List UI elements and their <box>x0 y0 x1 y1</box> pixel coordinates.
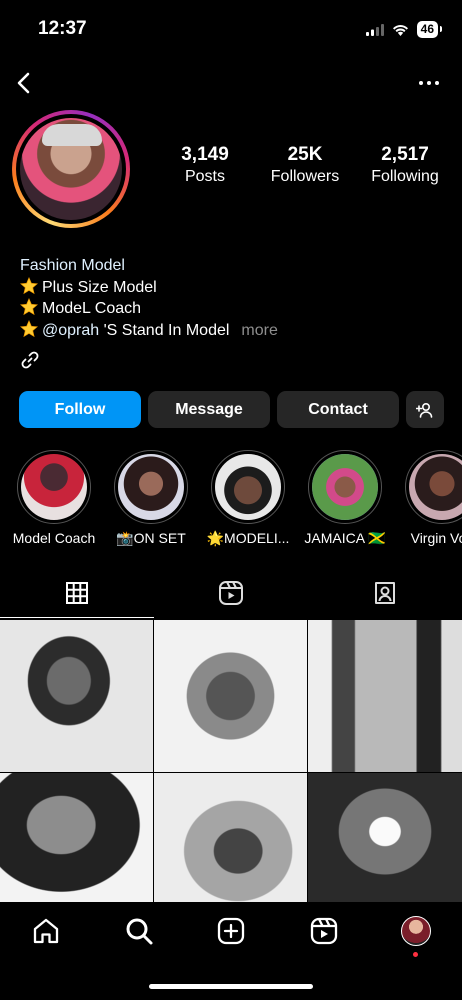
grid-icon <box>66 582 88 604</box>
battery-indicator: 46 <box>416 21 443 38</box>
profile-content-tabs <box>0 568 462 618</box>
posts-grid <box>0 620 462 902</box>
star-emoji-icon <box>20 276 38 294</box>
tab-posts-grid[interactable] <box>0 568 154 618</box>
profile-bio: Fashion Model Plus Size Model ModeL Coac… <box>20 255 440 341</box>
post-thumbnail[interactable] <box>308 773 462 902</box>
bio-line-3-text: 'S Stand In Model <box>99 321 230 339</box>
profile-header <box>0 62 462 102</box>
highlight-ring <box>17 450 91 524</box>
notification-dot <box>413 952 418 957</box>
bio-line-1: Plus Size Model <box>20 276 440 299</box>
highlight-ring <box>308 450 382 524</box>
highlight-cover <box>409 454 462 520</box>
tagged-person-icon <box>375 582 395 604</box>
avatar-border <box>16 114 126 224</box>
following-label: Following <box>371 168 439 185</box>
highlight-item[interactable]: 🌟MODELI... <box>200 450 296 547</box>
highlight-label: JAMAICA 🇯🇲 <box>304 530 386 546</box>
reels-icon <box>219 581 243 605</box>
followers-count: 25K <box>287 144 323 165</box>
status-indicators: 46 <box>365 21 443 38</box>
more-options-icon[interactable] <box>414 68 444 98</box>
post-thumbnail[interactable] <box>0 773 153 902</box>
bio-category: Fashion Model <box>20 257 125 274</box>
highlight-label: 🌟MODELI... <box>206 530 290 546</box>
story-highlights: Model Coach 📸ON SET 🌟MODELI... JAMAICA 🇯… <box>0 450 462 550</box>
highlight-item[interactable]: 📸ON SET <box>103 450 199 547</box>
create-post-icon[interactable] <box>216 916 246 946</box>
following-count: 2,517 <box>381 144 429 165</box>
home-indicator <box>149 984 313 989</box>
profile-stats: 3,149 Posts 25K Followers 2,517 Followin… <box>160 144 450 186</box>
highlight-cover <box>215 454 281 520</box>
highlight-ring <box>114 450 188 524</box>
follow-button[interactable]: Follow <box>19 391 141 428</box>
post-thumbnail[interactable] <box>154 773 307 902</box>
bio-line-2: ModeL Coach <box>20 298 440 320</box>
posts-label: Posts <box>184 168 225 185</box>
wifi-icon <box>392 24 408 36</box>
highlight-ring <box>211 450 285 524</box>
highlight-ring <box>405 450 462 524</box>
post-thumbnail[interactable] <box>308 620 462 772</box>
home-icon[interactable] <box>31 916 61 946</box>
followers-stat[interactable]: 25K Followers <box>260 144 350 186</box>
avatar-photo <box>20 118 122 220</box>
bio-more-link[interactable]: more <box>241 322 277 339</box>
post-thumbnail[interactable] <box>0 620 153 772</box>
highlight-item[interactable]: Model Coach <box>6 450 102 546</box>
followers-label: Followers <box>270 168 340 185</box>
highlight-cover <box>21 454 87 520</box>
highlight-label: Model Coach <box>12 530 96 546</box>
link-icon[interactable] <box>20 350 40 370</box>
profile-tab-avatar[interactable] <box>401 916 431 946</box>
profile-avatar[interactable] <box>12 110 130 228</box>
bio-line-1-text: Plus Size Model <box>42 278 157 296</box>
highlight-label: Virgin Voy <box>410 530 462 546</box>
highlight-item[interactable]: Virgin Voy <box>394 450 462 546</box>
suggested-accounts-button[interactable] <box>406 391 444 428</box>
bio-line-3: @oprah 'S Stand In Model more <box>20 319 440 342</box>
add-person-icon <box>416 402 433 418</box>
profile-actions: Follow Message Contact <box>19 391 444 428</box>
back-chevron-icon[interactable] <box>10 68 40 98</box>
posts-count: 3,149 <box>181 144 229 165</box>
tab-tagged[interactable] <box>308 568 462 618</box>
contact-button[interactable]: Contact <box>277 391 399 428</box>
star-emoji-icon <box>20 319 38 337</box>
following-stat[interactable]: 2,517 Following <box>360 144 450 186</box>
tab-reels[interactable] <box>154 568 308 618</box>
star-emoji-icon <box>20 298 38 316</box>
search-icon[interactable] <box>124 916 154 946</box>
highlight-cover <box>118 454 184 520</box>
highlight-cover <box>312 454 378 520</box>
posts-stat[interactable]: 3,149 Posts <box>160 144 250 186</box>
highlight-label: 📸ON SET <box>116 530 186 546</box>
bio-mention-link[interactable]: @oprah <box>42 322 99 339</box>
message-button[interactable]: Message <box>148 391 270 428</box>
status-time: 12:37 <box>38 18 87 39</box>
signal-icon <box>365 23 384 36</box>
bio-line-2-text: ModeL Coach <box>42 300 142 317</box>
reels-icon[interactable] <box>309 916 339 946</box>
post-thumbnail[interactable] <box>154 620 307 772</box>
status-bar: 12:37 46 <box>0 0 462 56</box>
highlight-item[interactable]: JAMAICA 🇯🇲 <box>297 450 393 547</box>
